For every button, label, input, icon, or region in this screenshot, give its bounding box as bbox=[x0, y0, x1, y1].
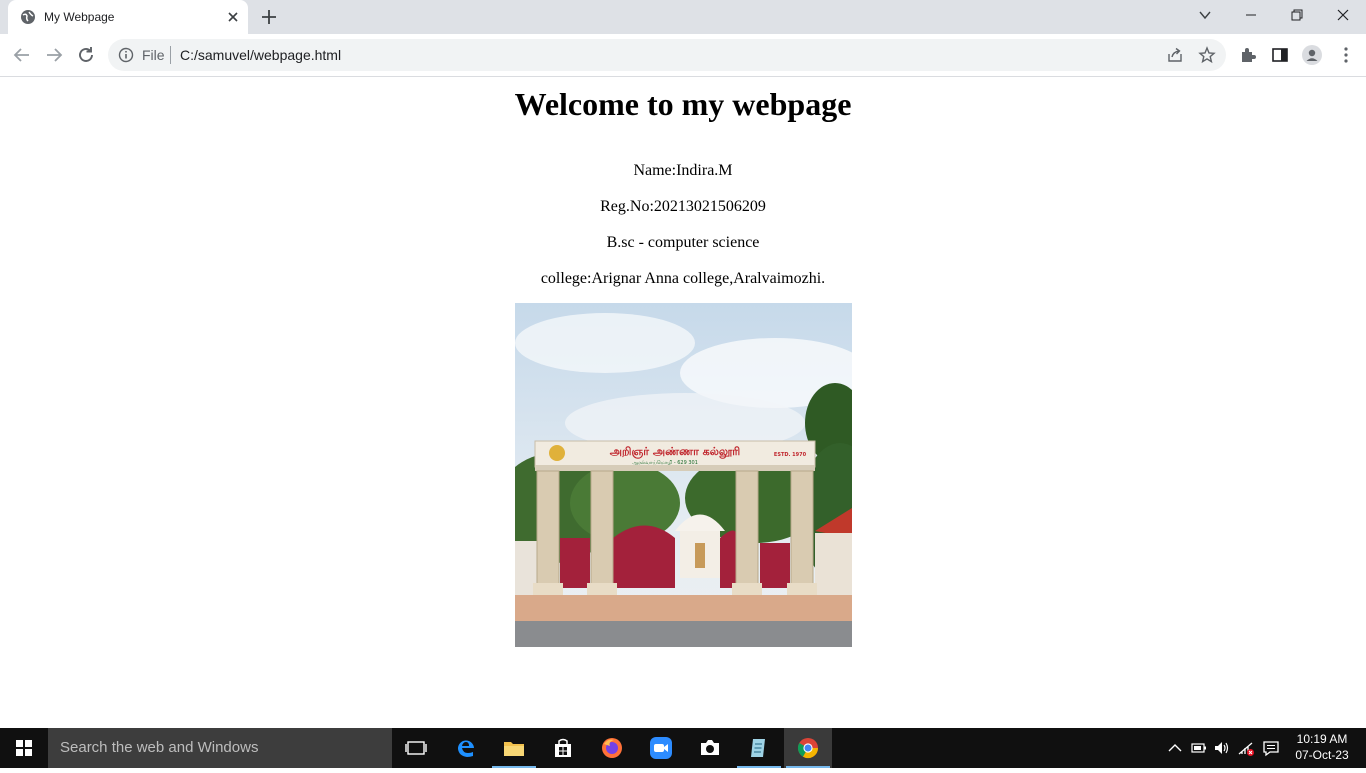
reg-no-line: Reg.No:20213021506209 bbox=[600, 198, 766, 215]
close-window-icon[interactable] bbox=[1320, 0, 1366, 30]
show-hidden-icons-chevron-icon[interactable] bbox=[1166, 739, 1184, 757]
tab-title: My Webpage bbox=[44, 10, 115, 24]
chrome-icon[interactable] bbox=[784, 728, 832, 768]
college-line: college:Arignar Anna college,Aralvaimozh… bbox=[540, 270, 826, 287]
info-icon[interactable] bbox=[118, 47, 134, 63]
bookmark-star-icon[interactable] bbox=[1198, 46, 1216, 64]
clock-time: 10:19 AM bbox=[1296, 732, 1348, 746]
tab-strip: My Webpage bbox=[0, 0, 1366, 34]
address-bar[interactable]: File C:/samuvel/webpage.html bbox=[108, 39, 1226, 71]
url-text[interactable]: C:/samuvel/webpage.html bbox=[180, 47, 341, 63]
camera-icon[interactable] bbox=[686, 728, 734, 768]
webpage-content: Welcome to my webpage Name:Indira.M Reg.… bbox=[0, 77, 1366, 728]
browser-toolbar: File C:/samuvel/webpage.html bbox=[0, 34, 1366, 77]
kebab-menu-icon[interactable] bbox=[1336, 45, 1356, 65]
minimize-icon[interactable] bbox=[1228, 0, 1274, 30]
edge-icon[interactable] bbox=[442, 728, 490, 768]
back-arrow-icon[interactable] bbox=[10, 43, 34, 67]
new-tab-icon[interactable] bbox=[258, 6, 280, 28]
restore-icon[interactable] bbox=[1274, 0, 1320, 30]
windows-taskbar: Search the web and Windows 10:19 AM 07-O… bbox=[0, 728, 1366, 768]
search-placeholder: Search the web and Windows bbox=[60, 739, 259, 756]
share-icon[interactable] bbox=[1166, 46, 1184, 64]
notifications-icon[interactable] bbox=[1262, 739, 1280, 757]
firefox-icon[interactable] bbox=[588, 728, 636, 768]
course-line: B.sc - computer science bbox=[606, 234, 760, 251]
page-heading: Welcome to my webpage bbox=[514, 86, 852, 122]
task-view-icon[interactable] bbox=[392, 728, 440, 768]
side-panel-icon[interactable] bbox=[1270, 45, 1290, 65]
extensions-puzzle-icon[interactable] bbox=[1238, 45, 1258, 65]
zoom-icon[interactable] bbox=[637, 728, 685, 768]
taskbar-search-box[interactable]: Search the web and Windows bbox=[48, 728, 392, 768]
college-gate-photo: அறிஞர் அண்ணா கல்லூரி ஆரல்வாய்மொழி - 629 … bbox=[495, 303, 880, 647]
windows-start-icon[interactable] bbox=[0, 728, 48, 768]
network-disconnected-icon[interactable] bbox=[1237, 739, 1255, 757]
close-tab-icon[interactable] bbox=[224, 8, 242, 26]
taskbar-clock[interactable]: 10:19 AM 07-Oct-23 bbox=[1290, 731, 1354, 763]
store-icon[interactable] bbox=[539, 728, 587, 768]
reload-icon[interactable] bbox=[74, 43, 98, 67]
name-line: Name:Indira.M bbox=[633, 162, 733, 179]
forward-arrow-icon[interactable] bbox=[42, 43, 66, 67]
chip-divider bbox=[170, 46, 171, 64]
scheme-chip[interactable]: File bbox=[142, 47, 165, 63]
arch-sign-estd: ESTD. 1970 bbox=[774, 452, 807, 458]
arch-sign-sub: ஆரல்வாய்மொழி - 629 301 bbox=[632, 460, 698, 466]
file-explorer-icon[interactable] bbox=[490, 728, 538, 768]
volume-icon[interactable] bbox=[1213, 739, 1231, 757]
notepad-icon[interactable] bbox=[735, 728, 783, 768]
globe-icon bbox=[20, 9, 36, 25]
profile-avatar-icon[interactable] bbox=[1302, 45, 1322, 65]
battery-icon[interactable] bbox=[1190, 739, 1208, 757]
arch-sign-main: அறிஞர் அண்ணா கல்லூரி bbox=[610, 445, 741, 459]
clock-date: 07-Oct-23 bbox=[1295, 748, 1349, 762]
browser-tab[interactable]: My Webpage bbox=[8, 0, 248, 34]
tab-search-chevron-icon[interactable] bbox=[1182, 0, 1228, 30]
